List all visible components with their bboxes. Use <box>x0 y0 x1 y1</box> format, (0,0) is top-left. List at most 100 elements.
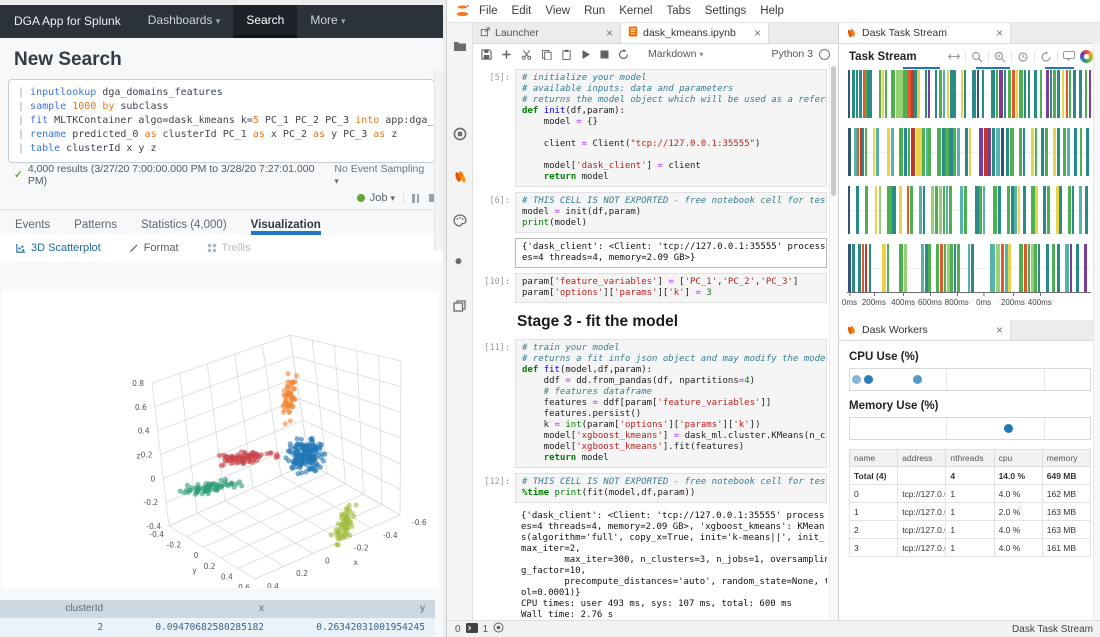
task-rect[interactable] <box>1014 186 1016 234</box>
task-rect[interactable] <box>957 244 959 292</box>
task-rect[interactable] <box>1074 128 1077 176</box>
task-rect[interactable] <box>943 70 945 118</box>
reset-icon[interactable] <box>1017 51 1029 63</box>
interrupt-kernel-icon[interactable] <box>600 50 609 59</box>
run-cell-icon[interactable] <box>581 49 591 60</box>
task-stream-plot[interactable] <box>847 70 1091 292</box>
task-rect[interactable] <box>1067 128 1069 176</box>
task-rect[interactable] <box>1006 128 1009 176</box>
property-inspector-icon[interactable] <box>447 252 472 274</box>
command-palette-icon[interactable] <box>447 209 472 231</box>
scrollbar-thumb[interactable] <box>831 66 836 196</box>
task-rect[interactable] <box>1031 186 1034 234</box>
kernel-sessions-icon[interactable] <box>493 622 504 636</box>
task-rect[interactable] <box>1085 186 1088 234</box>
column-header-x[interactable]: x <box>113 600 274 618</box>
menu-kernel[interactable]: Kernel <box>612 5 659 17</box>
task-rect[interactable] <box>1023 186 1026 234</box>
notebook-code-cell[interactable]: [11]:# train your model # returns a fit … <box>473 339 827 468</box>
task-rect[interactable] <box>992 128 995 176</box>
task-rect[interactable] <box>1056 186 1059 234</box>
task-rect[interactable] <box>1041 128 1044 176</box>
task-rect[interactable] <box>852 244 854 292</box>
task-rect[interactable] <box>1035 128 1037 176</box>
task-rect[interactable] <box>1045 128 1048 176</box>
task-rect[interactable] <box>957 128 960 176</box>
job-dropdown[interactable]: Job <box>370 192 388 204</box>
task-rect[interactable] <box>998 186 1001 234</box>
task-rect[interactable] <box>996 70 998 118</box>
task-rect[interactable] <box>921 244 923 292</box>
workers-column-memory[interactable]: memory <box>1042 450 1090 467</box>
task-rect[interactable] <box>896 70 903 118</box>
tab-dask-task-stream[interactable]: Dask Task Stream × <box>839 23 1011 43</box>
task-rect[interactable] <box>1010 128 1013 176</box>
task-rect[interactable] <box>990 244 995 292</box>
task-rect[interactable] <box>1046 244 1049 292</box>
task-rect[interactable] <box>977 70 979 118</box>
copy-cells-icon[interactable] <box>541 49 552 60</box>
task-rect[interactable] <box>856 70 858 118</box>
task-rect[interactable] <box>1085 70 1088 118</box>
task-rect[interactable] <box>1012 70 1015 118</box>
task-rect[interactable] <box>1019 244 1023 292</box>
worker-row[interactable]: 3tcp://127.0.0.1:14.0 %161 MB <box>850 539 1091 557</box>
task-rect[interactable] <box>887 186 891 234</box>
table-row[interactable]: 20.094706825802851820.26342031001954245 <box>0 618 435 637</box>
worker-row[interactable]: Total (4)414.0 %649 MB <box>850 467 1091 485</box>
task-rect[interactable] <box>993 186 997 234</box>
search-query-input[interactable]: | inputlookup dga_domains_features| samp… <box>8 79 435 163</box>
column-header-clusterid[interactable]: clusterId <box>0 600 113 618</box>
workers-column-address[interactable]: address <box>898 450 946 467</box>
memory-use-plot[interactable] <box>849 417 1091 440</box>
box-zoom-icon[interactable] <box>971 51 983 63</box>
task-rect[interactable] <box>1024 244 1027 292</box>
results-tab-visualization[interactable]: Visualization <box>251 219 321 235</box>
task-rect[interactable] <box>988 128 991 176</box>
task-rect[interactable] <box>1004 70 1006 118</box>
nav-item-search[interactable]: Search <box>233 5 297 38</box>
task-rect[interactable] <box>1024 70 1026 118</box>
menu-file[interactable]: File <box>472 5 505 17</box>
hover-tool-icon[interactable] <box>1063 51 1075 62</box>
cell-input[interactable]: # THIS CELL IS NOT EXPORTED - free noteb… <box>515 192 827 233</box>
task-rect[interactable] <box>1047 186 1050 234</box>
task-rect[interactable] <box>964 186 967 234</box>
task-rect[interactable] <box>1034 244 1036 292</box>
task-rect[interactable] <box>1072 186 1074 234</box>
task-rect[interactable] <box>1065 244 1068 292</box>
task-rect[interactable] <box>911 128 915 176</box>
task-rect[interactable] <box>1086 128 1089 176</box>
task-rect[interactable] <box>965 128 968 176</box>
task-rect[interactable] <box>899 186 902 234</box>
task-rect[interactable] <box>862 244 864 292</box>
task-rect[interactable] <box>925 70 927 118</box>
menu-tabs[interactable]: Tabs <box>659 5 697 17</box>
task-rect[interactable] <box>1079 70 1082 118</box>
splunk-app-title[interactable]: DGA App for Splunk <box>0 5 135 38</box>
notebook-scrollbar[interactable] <box>829 64 838 620</box>
task-rect[interactable] <box>937 128 941 176</box>
refresh-icon[interactable] <box>1040 51 1052 63</box>
task-rect[interactable] <box>865 186 868 234</box>
task-rect[interactable] <box>928 244 930 292</box>
menu-settings[interactable]: Settings <box>698 5 754 17</box>
file-browser-icon[interactable] <box>447 35 472 57</box>
event-sampling-dropdown[interactable]: No Event Sampling ▾ <box>334 163 431 187</box>
task-rect[interactable] <box>1070 244 1072 292</box>
task-rect[interactable] <box>891 128 893 176</box>
workers-column-cpu[interactable]: cpu <box>994 450 1042 467</box>
nav-item-dashboards[interactable]: Dashboards ▾ <box>135 5 234 38</box>
nav-item-more[interactable]: More ▾ <box>297 5 358 38</box>
task-rect[interactable] <box>1046 70 1049 118</box>
task-rect[interactable] <box>904 244 907 292</box>
task-rect[interactable] <box>996 244 1000 292</box>
notebook-code-cell[interactable]: [10]:param['feature_variables'] = ['PC_1… <box>473 273 827 303</box>
task-rect[interactable] <box>852 70 854 118</box>
open-tabs-icon[interactable] <box>447 295 472 317</box>
task-rect[interactable] <box>1057 128 1060 176</box>
cell-input[interactable]: # initialize your model # available inpu… <box>515 69 827 187</box>
task-rect[interactable] <box>1016 70 1018 118</box>
panel-scrollbar[interactable] <box>1093 43 1100 620</box>
pan-icon[interactable] <box>948 52 960 61</box>
